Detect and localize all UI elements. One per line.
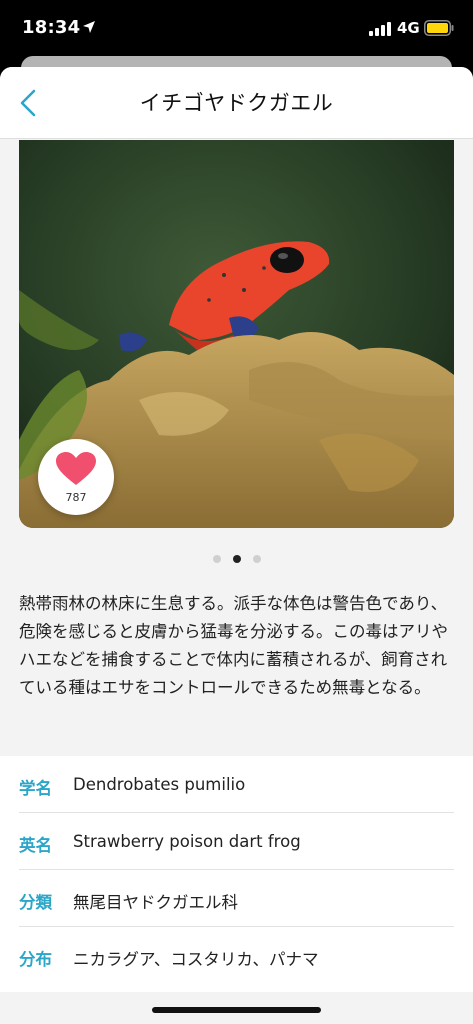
like-count: 787 bbox=[65, 491, 87, 504]
battery-icon bbox=[424, 20, 454, 36]
status-time: 18:34 bbox=[22, 17, 81, 38]
info-label: 英名 bbox=[19, 836, 52, 855]
info-label: 分類 bbox=[19, 893, 52, 912]
info-value: Dendrobates pumilio bbox=[73, 775, 246, 794]
navigation-bar: イチゴヤドクガエル bbox=[0, 67, 473, 139]
like-button[interactable]: 787 bbox=[38, 439, 114, 515]
info-value: Strawberry poison dart frog bbox=[73, 832, 301, 851]
info-label: 分布 bbox=[19, 950, 52, 969]
image-pager bbox=[0, 548, 473, 563]
info-row-distribution: 分布 ニカラグア、コスタリカ、パナマ bbox=[19, 927, 454, 984]
info-value: ニカラグア、コスタリカ、パナマ bbox=[73, 950, 319, 969]
cellular-signal-icon bbox=[369, 22, 391, 36]
pager-dot[interactable] bbox=[212, 555, 221, 563]
species-info-list: 学名 Dendrobates pumilio 英名 Strawberry poi… bbox=[0, 756, 473, 992]
home-indicator[interactable] bbox=[152, 1007, 321, 1013]
page-title: イチゴヤドクガエル bbox=[139, 91, 334, 115]
info-value: 無尾目ヤドクガエル科 bbox=[73, 893, 238, 912]
location-arrow-icon bbox=[83, 21, 95, 33]
network-type-label: 4G bbox=[397, 19, 420, 37]
species-description: 熱帯雨林の林床に生息する。派手な体色は警告色であり、危険を感じると皮膚から猛毒を… bbox=[19, 594, 448, 697]
status-bar: 18:34 4G bbox=[0, 0, 473, 58]
heart-icon bbox=[56, 452, 96, 485]
info-row-scientific-name: 学名 Dendrobates pumilio bbox=[19, 756, 454, 813]
info-row-english-name: 英名 Strawberry poison dart frog bbox=[19, 813, 454, 870]
pager-dot[interactable] bbox=[252, 555, 261, 563]
detail-sheet: イチゴヤドクガエル 787 熱帯雨林の林床に生息する。派手な体色は警告色であり、… bbox=[0, 67, 473, 1024]
pager-dot[interactable] bbox=[232, 555, 241, 563]
info-label: 学名 bbox=[19, 779, 52, 798]
info-row-classification: 分類 無尾目ヤドクガエル科 bbox=[19, 870, 454, 927]
